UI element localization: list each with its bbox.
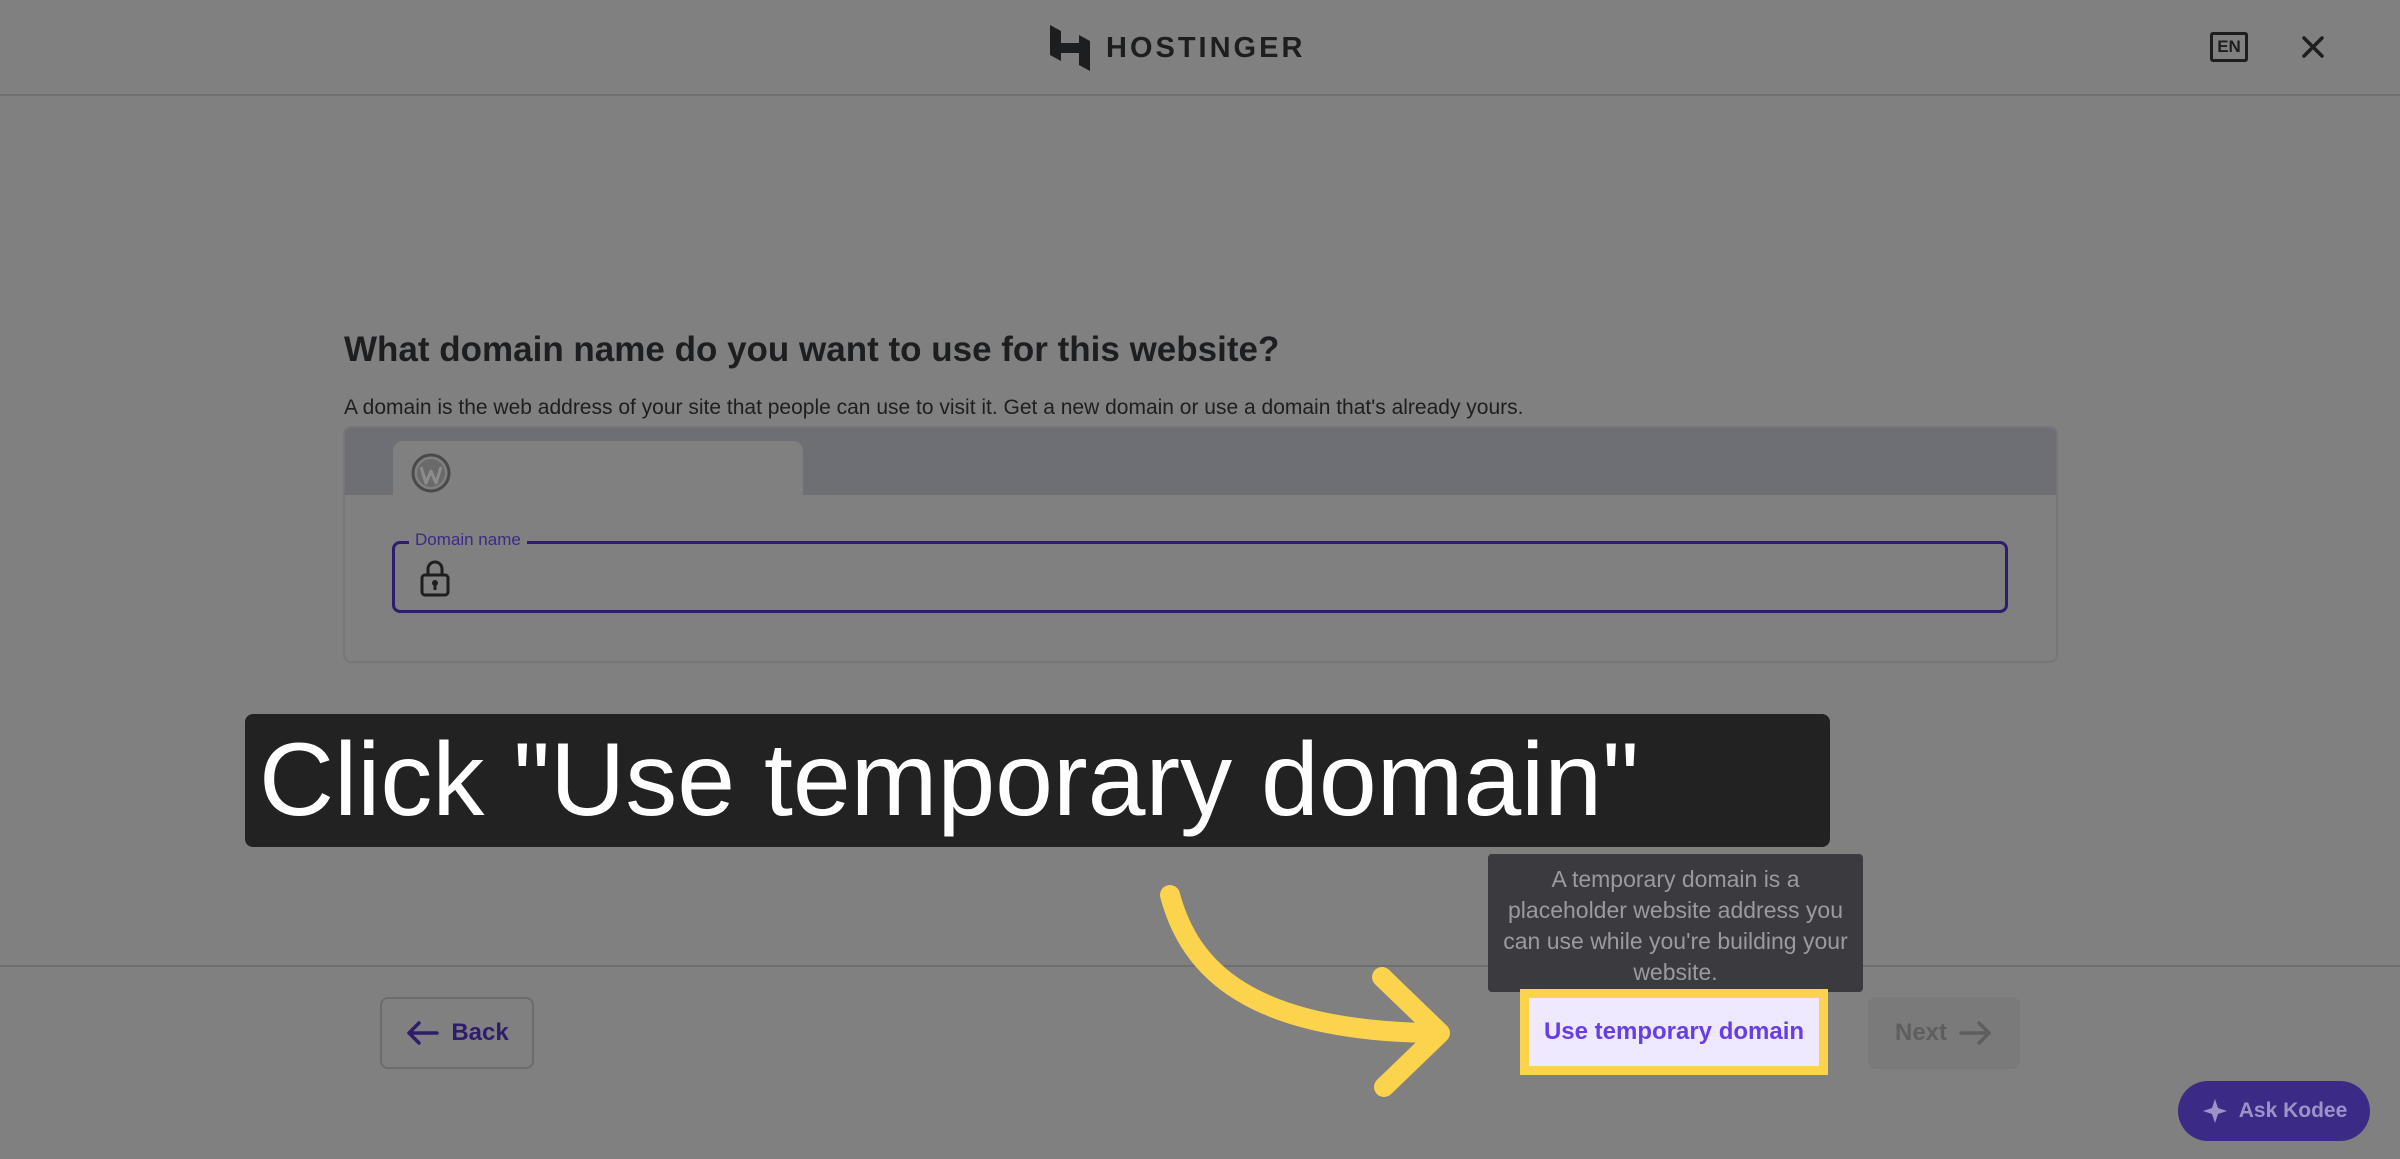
hostinger-logo-icon [1050, 25, 1090, 71]
kodee-icon [2202, 1099, 2227, 1123]
wordpress-icon [411, 453, 451, 493]
domain-name-field[interactable]: Domain name [392, 530, 2008, 613]
page-subtitle: A domain is the web address of your site… [344, 396, 1524, 419]
domain-name-input[interactable] [467, 554, 1971, 602]
back-button[interactable]: Back [380, 997, 534, 1069]
language-selector[interactable]: EN [2210, 32, 2248, 62]
instruction-banner: Click "Use temporary domain" [245, 714, 1830, 847]
domain-tabs [345, 428, 2056, 497]
arrow-right-icon [1959, 1021, 1991, 1045]
arrow-left-icon [407, 1021, 440, 1045]
page-title: What domain name do you want to use for … [344, 330, 1280, 369]
tab-wordpress[interactable] [393, 441, 803, 497]
back-label: Back [451, 1019, 509, 1046]
pointer-arrow-icon [1160, 885, 1450, 1097]
top-bar: HOSTINGER EN [0, 0, 2400, 96]
ask-kodee-label: Ask Kodee [2238, 1099, 2348, 1122]
use-temporary-domain-button[interactable]: Use temporary domain [1520, 989, 1828, 1075]
ask-kodee-button[interactable]: Ask Kodee [2178, 1081, 2370, 1141]
close-icon[interactable] [2300, 34, 2326, 60]
next-label: Next [1894, 1019, 1948, 1046]
next-button[interactable]: Next [1868, 997, 2020, 1069]
domain-name-label: Domain name [409, 530, 527, 550]
hostinger-logo: HOSTINGER [1050, 24, 1305, 72]
lock-icon [420, 560, 450, 597]
temporary-domain-tooltip: A temporary domain is a placeholder webs… [1488, 854, 1863, 992]
brand-name: HOSTINGER [1106, 31, 1306, 64]
